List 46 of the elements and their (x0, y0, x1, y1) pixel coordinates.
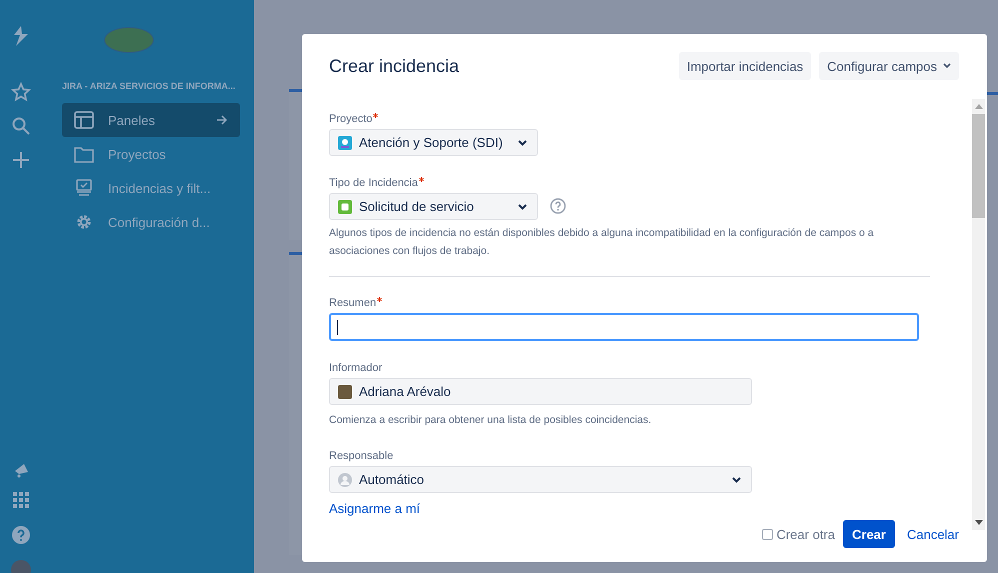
assign-to-me-link[interactable]: Asignarme a mí (329, 501, 420, 516)
field-label: Responsable (329, 450, 394, 464)
monitor-check-icon (74, 179, 94, 197)
arrow-right-icon (216, 115, 228, 125)
chevron-down-icon (732, 476, 741, 482)
help-icon[interactable] (550, 198, 566, 214)
caret-icon (943, 63, 951, 69)
bolt-logo-icon[interactable] (12, 26, 30, 46)
folder-icon (74, 145, 94, 163)
field-hint: Comienza a escribir para obtener una lista de posibles coincidencias. (329, 413, 652, 428)
user-avatar (338, 384, 352, 398)
scrollbar[interactable] (972, 99, 985, 530)
issue-type-select[interactable]: Solicitud de servicio (329, 193, 538, 220)
assignee-select[interactable]: Automático (329, 466, 752, 493)
scroll-down-arrow-icon[interactable] (974, 520, 982, 525)
plus-icon[interactable] (12, 151, 30, 169)
star-icon[interactable] (11, 82, 31, 102)
search-icon[interactable] (12, 117, 30, 135)
company-logo (104, 27, 154, 53)
sidebar-item[interactable]: Paneles (62, 103, 240, 137)
chevron-down-icon (518, 204, 527, 210)
speech-bubble-icon (338, 200, 352, 214)
app-grid-icon[interactable] (13, 492, 29, 508)
field-label: Proyecto (329, 113, 378, 127)
field-label: Informador (329, 362, 382, 376)
create-button[interactable]: Crear (843, 520, 895, 548)
field-label: Resumen (329, 297, 382, 311)
scroll-up-arrow-icon[interactable] (974, 104, 982, 109)
dialog-title: Crear incidencia (329, 56, 460, 76)
megaphone-icon[interactable] (13, 462, 29, 478)
field-hint: Algunos tipos de incidencia no están disponibles debido a alguna incompatibilidad en la configuración de campos o a asociaciones con flujos de trabajo. (329, 226, 875, 259)
field-label: Tipo de Incidencia (329, 177, 424, 191)
help-icon[interactable] (12, 526, 30, 544)
chevron-down-icon (518, 140, 527, 146)
header-button[interactable]: Importar incidencias (678, 52, 812, 80)
reporter-field[interactable]: Adriana Arévalo (329, 378, 752, 405)
user-silhouette-icon (338, 472, 352, 486)
project-select[interactable]: Atención y Soporte (SDI) (329, 129, 538, 156)
create-another-checkbox[interactable]: Crear otra (762, 526, 835, 542)
header-button[interactable]: Configurar campos (819, 52, 959, 80)
site-title: JIRA - ARIZA SERVICIOS DE INFORMA... (62, 81, 236, 91)
board-icon (74, 111, 94, 129)
scrollbar-thumb[interactable] (972, 114, 985, 218)
project-avatar-icon (338, 136, 352, 150)
cancel-link[interactable]: Cancelar (906, 526, 959, 542)
summary-input-field[interactable] (329, 313, 919, 341)
